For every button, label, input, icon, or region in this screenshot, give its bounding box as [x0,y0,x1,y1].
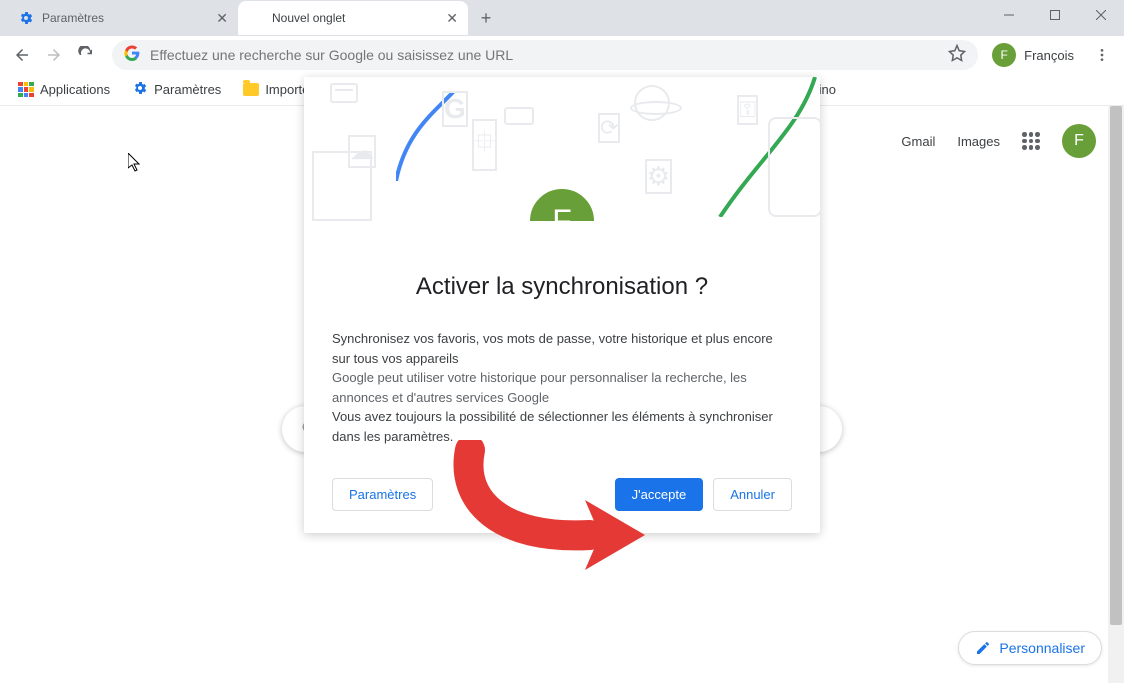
sync-icon: ⟳ [598,113,620,143]
gear-icon: ⚙ [645,159,672,194]
accept-button[interactable]: J'accepte [615,478,704,511]
bookmark-parametres[interactable]: Paramètres [124,76,229,103]
profile-name: François [1024,48,1074,63]
cloud-icon: ☁ [348,135,376,168]
apps-launcher-icon[interactable] [1022,132,1040,150]
address-bar[interactable] [112,40,978,70]
gear-icon [132,80,148,99]
browser-toolbar: F François [0,36,1124,74]
new-tab-button[interactable]: + [472,4,500,32]
tab-title: Paramètres [42,11,208,25]
images-link[interactable]: Images [957,134,1000,149]
dialog-avatar: F [528,187,596,221]
profile-chip[interactable]: F François [990,40,1084,70]
tab-parametres[interactable]: Paramètres ✕ [8,1,238,35]
ntp-top-links: Gmail Images F [901,124,1096,158]
dialog-title: Activer la synchronisation ? [332,273,792,301]
chrome-icon [634,85,670,121]
gmail-link[interactable]: Gmail [901,134,935,149]
sync-dialog: G ⯐ ⟳ ⚙ ⚿ ☁ F Activer la synchronisation… [304,77,820,533]
card-icon [330,83,358,103]
tab-nouvel-onglet[interactable]: Nouvel onglet ✕ [238,1,468,35]
close-tab-icon[interactable]: ✕ [216,10,228,27]
forward-button[interactable] [40,41,68,69]
bookmark-applications[interactable]: Applications [10,78,118,102]
avatar: F [992,43,1016,67]
close-tab-icon[interactable]: ✕ [446,10,458,27]
key-icon: ⚿ [737,95,758,125]
puzzle-icon: ⯐ [472,119,497,171]
back-button[interactable] [8,41,36,69]
dialog-text-2: Google peut utiliser votre historique po… [332,368,792,407]
window-titlebar: Paramètres ✕ Nouvel onglet ✕ + [0,0,1124,36]
g-icon: G [442,91,468,127]
gear-icon [18,10,34,26]
ticket-icon [504,107,534,125]
google-g-icon [124,45,140,66]
phone-icon [768,117,820,217]
omnibox-input[interactable] [150,47,938,63]
dialog-text-3: Vous avez toujours la possibilité de sél… [332,407,792,446]
account-avatar[interactable]: F [1062,124,1096,158]
customize-button[interactable]: Personnaliser [958,631,1102,665]
window-minimize[interactable] [986,0,1032,30]
folder-icon [243,83,259,96]
apps-icon [18,82,34,98]
window-maximize[interactable] [1032,0,1078,30]
dialog-text-1: Synchronisez vos favoris, vos mots de pa… [332,329,792,368]
window-close[interactable] [1078,0,1124,30]
bookmark-star-icon[interactable] [948,44,966,67]
scrollbar[interactable] [1108,106,1124,683]
tab-title: Nouvel onglet [272,11,438,25]
scrollbar-thumb[interactable] [1110,106,1122,625]
pencil-icon [975,640,991,656]
reload-button[interactable] [72,41,100,69]
dialog-illustration: G ⯐ ⟳ ⚙ ⚿ ☁ F [304,77,820,221]
settings-button[interactable]: Paramètres [332,478,433,511]
blank-favicon [248,10,264,26]
cancel-button[interactable]: Annuler [713,478,792,511]
chrome-menu[interactable] [1088,41,1116,69]
